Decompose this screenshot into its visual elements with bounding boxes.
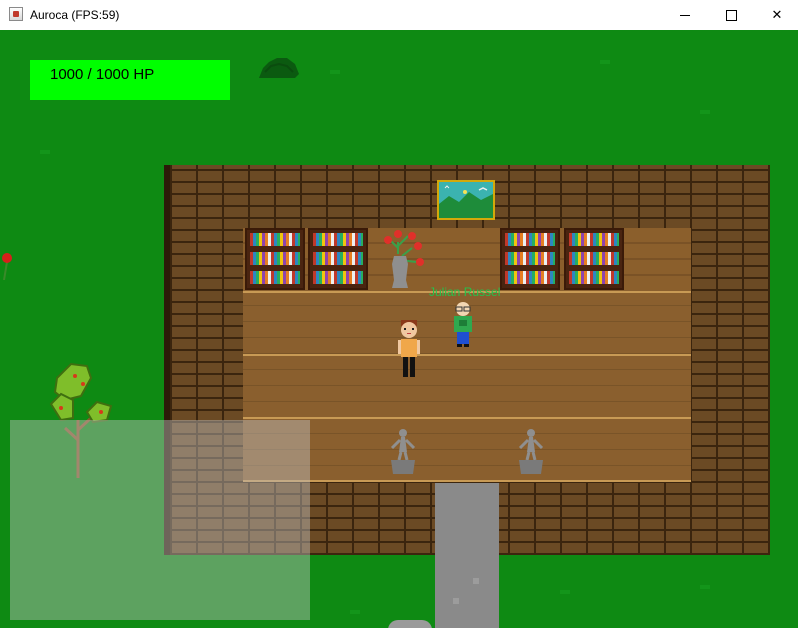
npc-name-label: Julian Russel bbox=[429, 285, 501, 299]
grass-speck bbox=[330, 70, 340, 74]
landscape-painting[interactable] bbox=[437, 180, 495, 220]
statue[interactable] bbox=[388, 428, 418, 474]
grass-speck bbox=[700, 585, 710, 589]
close-icon: ✕ bbox=[771, 7, 783, 22]
java-app-icon bbox=[9, 7, 23, 21]
red-flower-sprite bbox=[2, 253, 12, 280]
bookshelf[interactable] bbox=[564, 228, 624, 290]
minimize-button[interactable] bbox=[662, 0, 708, 30]
minimize-icon bbox=[680, 14, 690, 16]
window-titlebar: Auroca (FPS:59) ✕ bbox=[0, 0, 798, 31]
hp-text: 1000 / 1000 HP bbox=[50, 66, 155, 83]
grass-speck bbox=[350, 610, 360, 614]
rock-sprite bbox=[388, 620, 432, 628]
bookshelf[interactable] bbox=[500, 228, 560, 290]
grass-speck bbox=[700, 110, 710, 114]
bookshelf[interactable] bbox=[308, 228, 368, 290]
grass-speck bbox=[40, 150, 50, 154]
player-character-sprite[interactable] bbox=[396, 320, 422, 378]
window-title: Auroca (FPS:59) bbox=[30, 8, 120, 22]
bookshelf[interactable] bbox=[245, 228, 305, 290]
flower-vase[interactable] bbox=[378, 228, 428, 290]
maximize-button[interactable] bbox=[708, 0, 754, 30]
game-canvas[interactable]: 1000 / 1000 HP Julian Russel bbox=[0, 30, 798, 628]
maximize-icon bbox=[725, 9, 737, 21]
stone-path bbox=[435, 483, 499, 628]
bush-sprite bbox=[259, 58, 299, 78]
statue[interactable] bbox=[516, 428, 546, 474]
hp-bar: 1000 / 1000 HP bbox=[30, 60, 230, 100]
minimap-overlay-panel bbox=[10, 420, 310, 620]
npc-julian-sprite[interactable] bbox=[451, 300, 475, 348]
close-button[interactable]: ✕ bbox=[754, 0, 798, 30]
grass-speck bbox=[560, 590, 570, 594]
grass-speck bbox=[600, 60, 610, 64]
